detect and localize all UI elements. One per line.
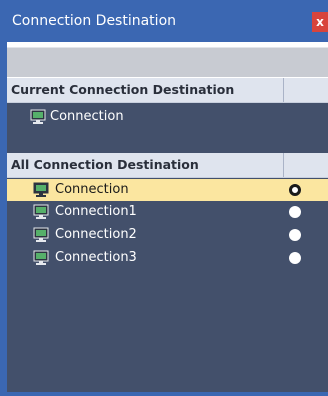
connection-pc-icon	[33, 250, 49, 265]
connection-label: Connection1	[55, 204, 137, 219]
connection-label: Connection	[55, 182, 129, 197]
connection-label: Connection3	[55, 250, 137, 265]
connection-pc-icon	[33, 204, 49, 219]
radio-button-checked[interactable]	[289, 184, 301, 196]
radio-button[interactable]	[289, 229, 301, 241]
connection-label: Connection2	[55, 227, 137, 242]
section-header-label: All Connection Destination	[11, 157, 199, 172]
current-connection-row[interactable]: Connection	[7, 106, 328, 128]
connection-row[interactable]: Connection3	[7, 247, 328, 269]
connection-pc-icon	[33, 227, 49, 242]
connection-label: Connection	[50, 109, 124, 124]
all-destinations-header: All Connection Destination	[7, 153, 328, 178]
connection-pc-icon	[30, 109, 46, 124]
connection-pc-icon	[33, 182, 49, 197]
connection-list: Current Connection Destination Connectio…	[7, 78, 328, 392]
toolbar	[7, 47, 328, 77]
column-divider	[283, 78, 284, 102]
radio-button[interactable]	[289, 206, 301, 218]
title-bar: Connection Destination x	[0, 0, 328, 42]
connection-row[interactable]: Connection1	[7, 201, 328, 223]
connection-row[interactable]: Connection2	[7, 224, 328, 246]
frame-bottom-border	[0, 392, 328, 396]
connection-row-selected[interactable]: Connection	[7, 179, 328, 201]
close-button[interactable]: x	[312, 12, 328, 32]
radio-button[interactable]	[289, 252, 301, 264]
connection-destination-panel: Connection Destination x Current Connect…	[0, 0, 328, 396]
column-divider	[283, 153, 284, 177]
close-icon: x	[316, 15, 324, 29]
current-destination-header: Current Connection Destination	[7, 78, 328, 103]
frame-left-border	[0, 42, 7, 396]
panel-title: Connection Destination	[12, 13, 177, 29]
section-header-label: Current Connection Destination	[11, 82, 235, 97]
